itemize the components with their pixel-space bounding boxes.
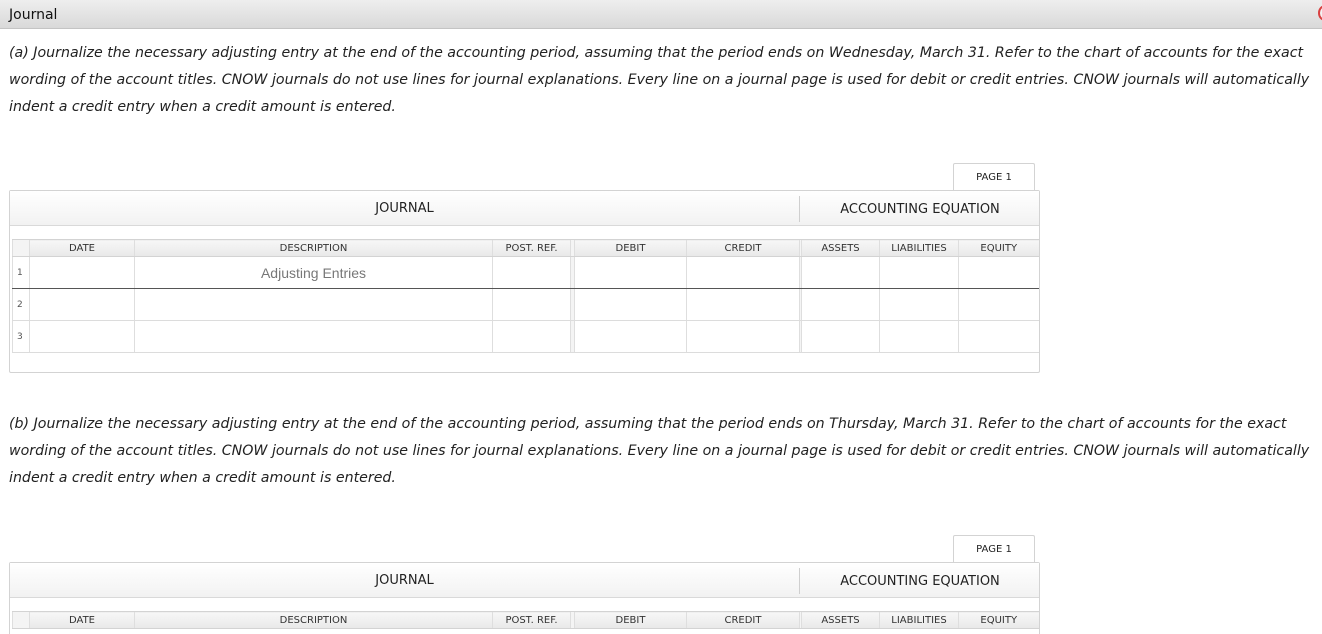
equity-cell[interactable]	[958, 256, 1039, 289]
part-b-instructions: (b) Journalize the necessary adjusting e…	[9, 416, 1310, 486]
credit-cell[interactable]	[686, 256, 800, 289]
part-b-journal-header: JOURNAL ACCOUNTING EQUATION	[10, 563, 1039, 598]
part-b-journal-panel: JOURNAL ACCOUNTING EQUATION DATE DESCRIP…	[9, 562, 1040, 634]
assets-cell[interactable]	[801, 320, 880, 353]
row-number: 2	[12, 288, 30, 321]
part-a-journal-table: DATE DESCRIPTION POST. REF. DEBIT CREDIT…	[12, 239, 1039, 353]
equity-cell[interactable]	[958, 288, 1039, 321]
part-a-journal-panel: JOURNAL ACCOUNTING EQUATION DATE DESCRIP…	[9, 190, 1040, 373]
table-header-row: DATE DESCRIPTION POST. REF. DEBIT CREDIT…	[12, 239, 1039, 257]
table-row: 2	[12, 288, 1039, 321]
part-a-journal-header: JOURNAL ACCOUNTING EQUATION	[10, 191, 1039, 226]
column-header-liabilities: LIABILITIES	[879, 611, 959, 629]
liabilities-cell[interactable]	[879, 320, 959, 353]
table-row: 1 Adjusting Entries	[12, 256, 1039, 289]
column-header-assets: ASSETS	[801, 611, 880, 629]
close-icon[interactable]	[1318, 5, 1322, 21]
column-header-liabilities: LIABILITIES	[879, 239, 959, 257]
debit-cell[interactable]	[574, 256, 687, 289]
row-number-header	[12, 239, 30, 257]
description-cell[interactable]	[134, 320, 493, 353]
table-header-row: DATE DESCRIPTION POST. REF. DEBIT CREDIT…	[12, 611, 1039, 629]
column-header-credit: CREDIT	[686, 239, 800, 257]
column-header-debit: DEBIT	[574, 239, 687, 257]
row-number: 3	[12, 320, 30, 353]
column-header-assets: ASSETS	[801, 239, 880, 257]
column-header-post-ref: POST. REF.	[492, 239, 571, 257]
column-header-date: DATE	[29, 239, 135, 257]
date-cell[interactable]	[29, 256, 135, 289]
column-header-date: DATE	[29, 611, 135, 629]
header-divider	[799, 568, 800, 594]
post-ref-cell[interactable]	[492, 288, 571, 321]
date-cell[interactable]	[29, 320, 135, 353]
assets-cell[interactable]	[801, 256, 880, 289]
description-cell[interactable]: Adjusting Entries	[134, 256, 493, 289]
column-header-credit: CREDIT	[686, 611, 800, 629]
column-header-post-ref: POST. REF.	[492, 611, 571, 629]
credit-cell[interactable]	[686, 288, 800, 321]
part-b-journal-title: JOURNAL	[375, 573, 434, 588]
post-ref-cell[interactable]	[492, 256, 571, 289]
part-a-page-tab: PAGE 1	[953, 163, 1035, 191]
assets-cell[interactable]	[801, 288, 880, 321]
column-header-description: DESCRIPTION	[134, 239, 493, 257]
title-bar: Journal	[0, 0, 1322, 29]
column-header-debit: DEBIT	[574, 611, 687, 629]
post-ref-cell[interactable]	[492, 320, 571, 353]
part-b-equation-title: ACCOUNTING EQUATION	[840, 574, 1000, 589]
row-number-header	[12, 611, 30, 629]
part-a-instructions: (a) Journalize the necessary adjusting e…	[9, 45, 1310, 115]
row-number: 1	[12, 256, 30, 289]
part-a-journal-title: JOURNAL	[375, 201, 434, 216]
credit-cell[interactable]	[686, 320, 800, 353]
column-header-description: DESCRIPTION	[134, 611, 493, 629]
window-title: Journal	[9, 7, 58, 23]
description-cell[interactable]	[134, 288, 493, 321]
part-a-equation-title: ACCOUNTING EQUATION	[840, 202, 1000, 217]
part-b-journal-table: DATE DESCRIPTION POST. REF. DEBIT CREDIT…	[12, 611, 1039, 629]
part-b-page-tab: PAGE 1	[953, 535, 1035, 563]
debit-cell[interactable]	[574, 320, 687, 353]
liabilities-cell[interactable]	[879, 288, 959, 321]
equity-cell[interactable]	[958, 320, 1039, 353]
column-header-equity: EQUITY	[958, 611, 1039, 629]
table-row: 3	[12, 320, 1039, 353]
debit-cell[interactable]	[574, 288, 687, 321]
date-cell[interactable]	[29, 288, 135, 321]
column-header-equity: EQUITY	[958, 239, 1039, 257]
liabilities-cell[interactable]	[879, 256, 959, 289]
header-divider	[799, 196, 800, 222]
